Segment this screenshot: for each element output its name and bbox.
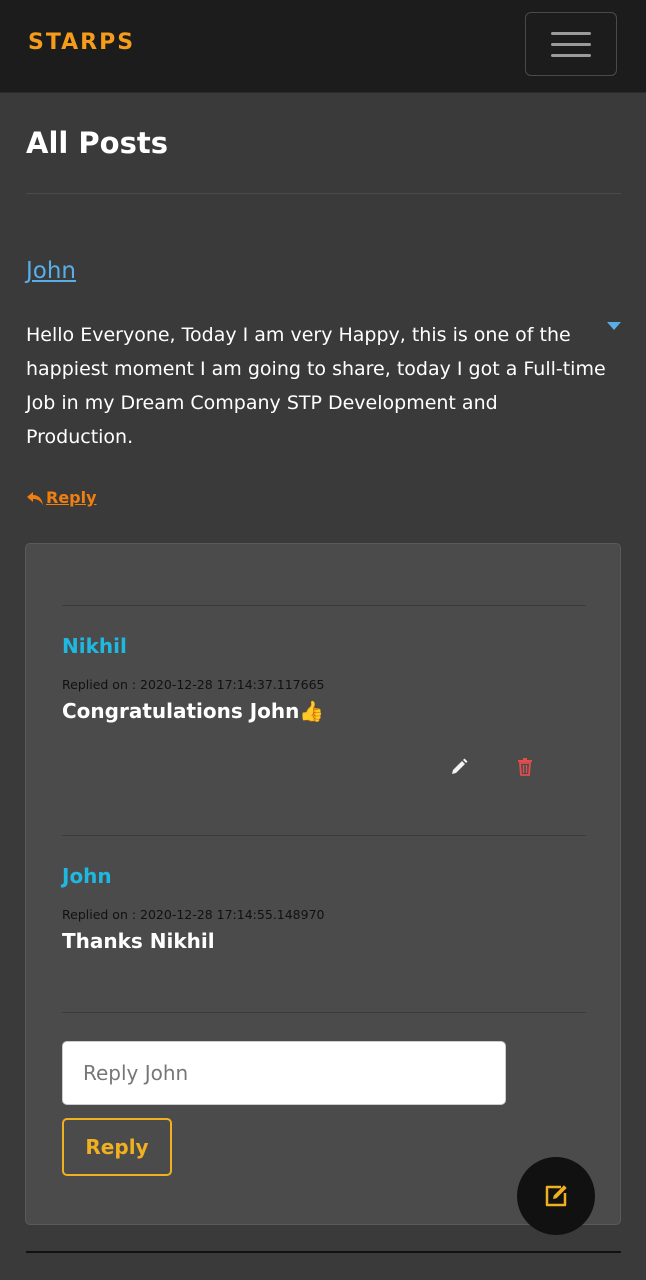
reply-input[interactable] [62, 1041, 506, 1105]
caret-down-icon[interactable] [607, 322, 621, 330]
divider [26, 1251, 621, 1253]
reply-timestamp: Replied on : 2020-12-28 17:14:55.148970 [62, 907, 325, 922]
replies-card: Nikhil Replied on : 2020-12-28 17:14:37.… [25, 543, 621, 1225]
reply-timestamp: Replied on : 2020-12-28 17:14:37.117665 [62, 677, 325, 692]
trash-icon[interactable] [517, 758, 533, 776]
reply-arrow-icon [27, 491, 43, 505]
menu-toggle-button[interactable] [525, 12, 617, 76]
reply-text: Thanks Nikhil [62, 929, 215, 953]
divider [62, 605, 586, 606]
new-post-button[interactable] [517, 1157, 595, 1235]
divider [26, 193, 621, 194]
post-body: Hello Everyone, Today I am very Happy, t… [26, 324, 606, 448]
brand-logo[interactable]: STARPS [28, 30, 135, 55]
pencil-icon[interactable] [450, 758, 468, 776]
reply-author: Nikhil [62, 634, 127, 658]
navbar: STARPS [0, 0, 646, 93]
divider [62, 1012, 586, 1013]
reply-link[interactable]: Reply [26, 488, 97, 507]
reply-link-label: Reply [46, 488, 97, 507]
divider [62, 835, 586, 836]
post-author-link[interactable]: John [26, 258, 76, 284]
reply-submit-button[interactable]: Reply [62, 1118, 172, 1176]
hamburger-menu-icon [551, 31, 591, 35]
reply-author: John [62, 864, 112, 888]
reply-text: Congratulations John👍 [62, 699, 325, 723]
edit-square-icon [545, 1185, 567, 1207]
page-title: All Posts [26, 126, 168, 160]
